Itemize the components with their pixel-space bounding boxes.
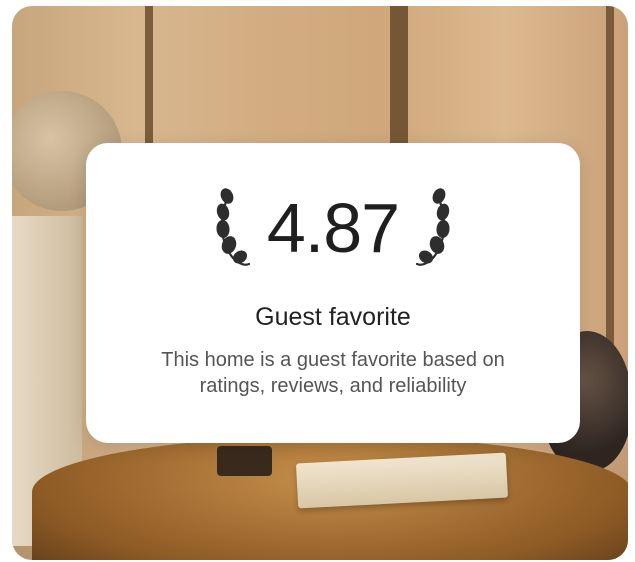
photo-cup: [217, 446, 272, 476]
listing-photo-card[interactable]: 4.87 Guest favorite This home is a guest…: [12, 6, 628, 560]
badge-description: This home is a guest favorite based on r…: [161, 349, 505, 397]
laurel-left-icon: [216, 188, 250, 266]
rating-row: 4.87: [86, 183, 580, 273]
guest-favorite-badge: 4.87 Guest favorite This home is a guest…: [86, 143, 580, 443]
badge-title: Guest favorite: [255, 303, 411, 331]
rating-value: 4.87: [266, 189, 400, 267]
laurel-right-icon: [416, 188, 450, 266]
